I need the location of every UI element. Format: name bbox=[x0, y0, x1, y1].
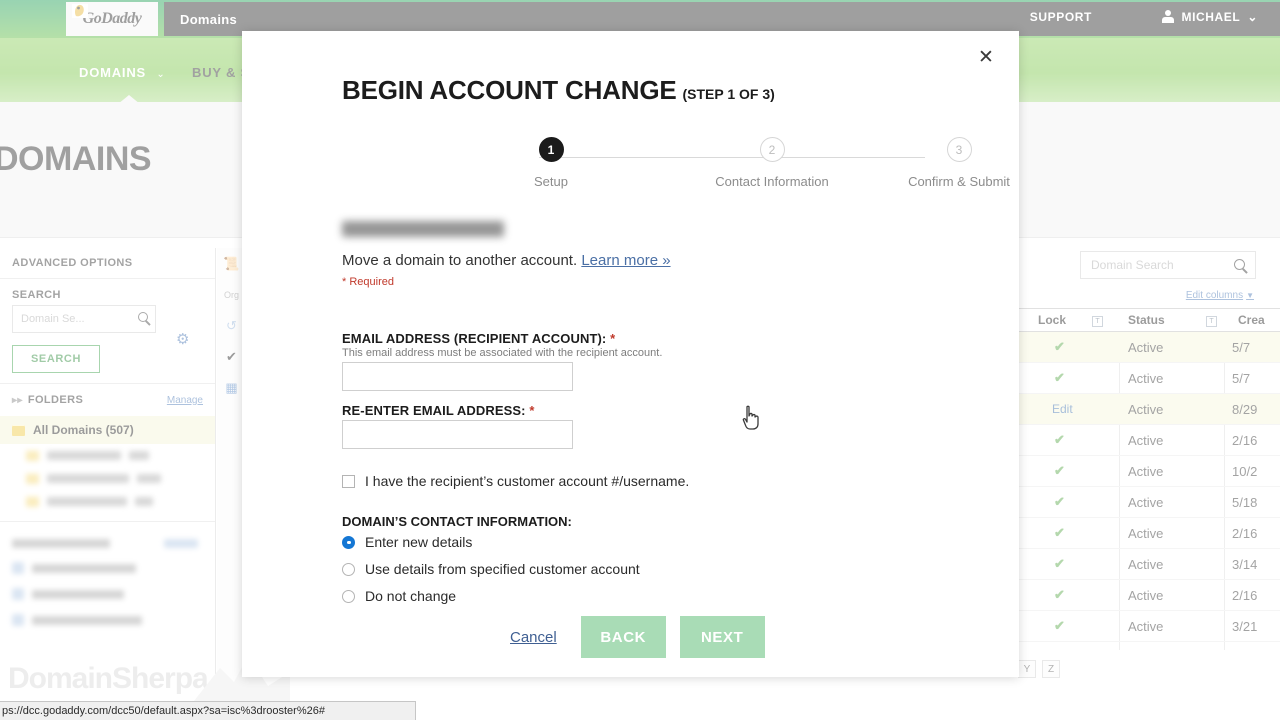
has-customer-account-label: I have the recipient’s customer account … bbox=[365, 473, 690, 489]
begin-account-change-modal: ✕ BEGIN ACCOUNT CHANGE (STEP 1 OF 3) 1 Se… bbox=[242, 31, 1019, 677]
modal-intro-line: Move a domain to another account. Learn … bbox=[342, 252, 671, 269]
contact-information-header: DOMAIN’S CONTACT INFORMATION: bbox=[342, 514, 572, 529]
step-1-number: 1 bbox=[538, 137, 564, 162]
screen: GoDaddy Domains SUPPORT MICHAEL ⌄ DOMAIN… bbox=[0, 0, 1280, 720]
has-customer-account-checkbox-row[interactable]: I have the recipient’s customer account … bbox=[342, 473, 689, 489]
step-1-setup[interactable]: 1 Setup bbox=[511, 137, 591, 189]
radio-enter-new-details[interactable]: Enter new details bbox=[342, 534, 472, 550]
email-field[interactable] bbox=[342, 362, 573, 391]
learn-more-link[interactable]: Learn more » bbox=[581, 252, 670, 269]
modal-title-text: BEGIN ACCOUNT CHANGE bbox=[342, 75, 677, 105]
modal-title: BEGIN ACCOUNT CHANGE (STEP 1 OF 3) bbox=[342, 75, 775, 106]
modal-actions: Cancel BACK NEXT bbox=[500, 616, 765, 658]
reenter-email-field-label-text: RE-ENTER EMAIL ADDRESS: bbox=[342, 403, 526, 418]
browser-status-bar: ps://dcc.godaddy.com/dcc50/default.aspx?… bbox=[0, 701, 416, 720]
cancel-button[interactable]: Cancel bbox=[500, 629, 567, 646]
radio-enter-new-details-input[interactable] bbox=[342, 535, 355, 549]
has-customer-account-checkbox[interactable] bbox=[342, 474, 355, 488]
radio-use-specified-account[interactable]: Use details from specified customer acco… bbox=[342, 561, 640, 577]
required-asterisk: * bbox=[529, 403, 535, 418]
email-field-help: This email address must be associated wi… bbox=[342, 347, 663, 359]
radio-do-not-change-input[interactable] bbox=[342, 589, 355, 603]
step-2-contact-information[interactable]: 2 Contact Information bbox=[691, 137, 853, 189]
modal-step-indicator-text: (STEP 1 OF 3) bbox=[682, 86, 775, 102]
radio-use-specified-account-label: Use details from specified customer acco… bbox=[365, 561, 640, 577]
required-asterisk: * bbox=[610, 331, 616, 346]
radio-do-not-change-label: Do not change bbox=[365, 588, 457, 604]
step-3-confirm-submit[interactable]: 3 Confirm & Submit bbox=[885, 137, 1033, 189]
step-progress: 1 Setup 2 Contact Information 3 Confirm … bbox=[342, 137, 1010, 199]
step-2-label: Contact Information bbox=[715, 174, 829, 189]
email-field-label-text: EMAIL ADDRESS (RECIPIENT ACCOUNT): bbox=[342, 331, 607, 346]
reenter-email-field-label: RE-ENTER EMAIL ADDRESS: * bbox=[342, 403, 534, 418]
step-1-label: Setup bbox=[534, 174, 568, 189]
modal-intro-text: Move a domain to another account. bbox=[342, 252, 578, 269]
step-3-number: 3 bbox=[946, 137, 972, 162]
radio-use-specified-account-input[interactable] bbox=[342, 562, 355, 576]
required-note: * Required bbox=[342, 276, 394, 288]
step-3-label: Confirm & Submit bbox=[908, 174, 1010, 189]
radio-do-not-change[interactable]: Do not change bbox=[342, 588, 456, 604]
next-button[interactable]: NEXT bbox=[679, 616, 765, 658]
reenter-email-field[interactable] bbox=[342, 420, 573, 449]
back-button[interactable]: BACK bbox=[580, 616, 666, 658]
step-2-number: 2 bbox=[759, 137, 785, 162]
mouse-cursor-pointer-icon bbox=[740, 405, 762, 431]
domain-name-redacted bbox=[342, 221, 504, 237]
radio-enter-new-details-label: Enter new details bbox=[365, 534, 473, 550]
close-icon[interactable]: ✕ bbox=[973, 45, 999, 71]
email-field-label: EMAIL ADDRESS (RECIPIENT ACCOUNT): * bbox=[342, 331, 615, 346]
